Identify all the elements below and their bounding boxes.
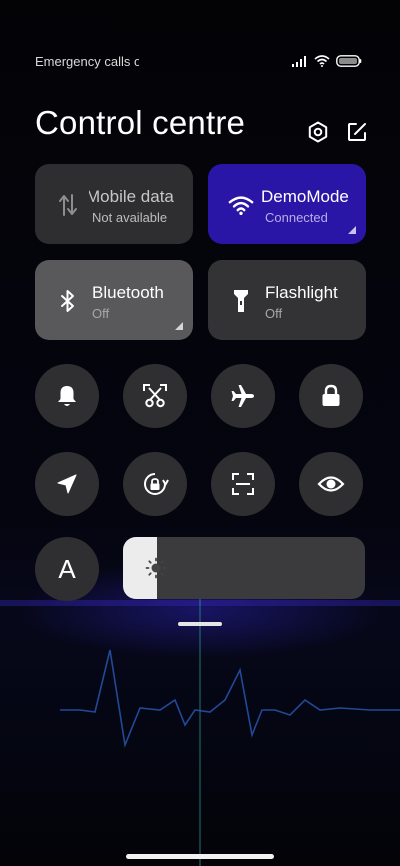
- edit-icon: [348, 123, 366, 141]
- tile-status: Off: [265, 306, 283, 321]
- reading-mode-toggle[interactable]: [299, 452, 363, 516]
- tile-status: Off: [92, 306, 110, 321]
- tile-bluetooth[interactable]: Bluetooth Off: [35, 260, 193, 340]
- carrier-text: Emergency calls o: [35, 54, 139, 69]
- expand-indicator: [175, 322, 183, 330]
- scan-icon: [232, 473, 254, 495]
- location-toggle[interactable]: [35, 452, 99, 516]
- tile-status: Connected: [265, 210, 328, 225]
- settings-button[interactable]: [307, 121, 329, 143]
- page-title: Control centre: [35, 104, 246, 141]
- control-centre-screen: Emergency calls o Control centre Mobile …: [0, 0, 400, 866]
- auto-brightness-toggle[interactable]: A: [35, 537, 99, 601]
- sun-icon: [145, 557, 167, 579]
- lock-toggle[interactable]: [299, 364, 363, 428]
- wifi-icon: [314, 55, 330, 67]
- collapse-handle[interactable]: [178, 622, 222, 626]
- tile-label: Mobile data: [89, 187, 174, 206]
- scanner-toggle[interactable]: [211, 452, 275, 516]
- battery-icon: [336, 55, 362, 67]
- tile-mobile-data[interactable]: Mobile data Not available: [35, 164, 193, 244]
- signal-icon: [292, 56, 306, 67]
- status-bar: Emergency calls o: [0, 54, 400, 74]
- airplane-icon: [231, 385, 254, 407]
- tile-status: Not available: [92, 210, 168, 225]
- tile-label: Bluetooth: [92, 283, 164, 302]
- wifi-icon: [228, 192, 254, 218]
- tile-wifi[interactable]: DemoMode Connected: [208, 164, 366, 244]
- flashlight-icon: [228, 288, 254, 314]
- expand-indicator: [348, 226, 356, 234]
- edit-button[interactable]: [346, 121, 368, 143]
- settings-icon: [308, 121, 328, 143]
- header-actions: [307, 121, 368, 143]
- home-indicator[interactable]: [126, 854, 274, 859]
- rotation-lock-toggle[interactable]: [123, 452, 187, 516]
- lock-icon: [322, 384, 340, 406]
- mobile-data-icon: [55, 192, 81, 218]
- screenshot-toggle[interactable]: [123, 364, 187, 428]
- airplane-toggle[interactable]: [211, 364, 275, 428]
- scissors-screenshot-icon: [143, 384, 167, 408]
- tile-flashlight[interactable]: Flashlight Off: [208, 260, 366, 340]
- location-arrow-icon: [57, 474, 77, 494]
- sound-toggle[interactable]: [35, 364, 99, 428]
- bluetooth-icon: [55, 288, 81, 314]
- background-waveform: [0, 560, 400, 866]
- bell-icon: [58, 386, 76, 406]
- brightness-slider[interactable]: [123, 537, 365, 599]
- eye-icon: [317, 476, 345, 492]
- rotation-lock-icon: [144, 473, 169, 495]
- tile-label: Flashlight: [265, 283, 338, 302]
- auto-brightness-icon: A: [58, 553, 76, 584]
- tile-label: DemoMode: [262, 187, 349, 206]
- status-icons: [292, 55, 362, 67]
